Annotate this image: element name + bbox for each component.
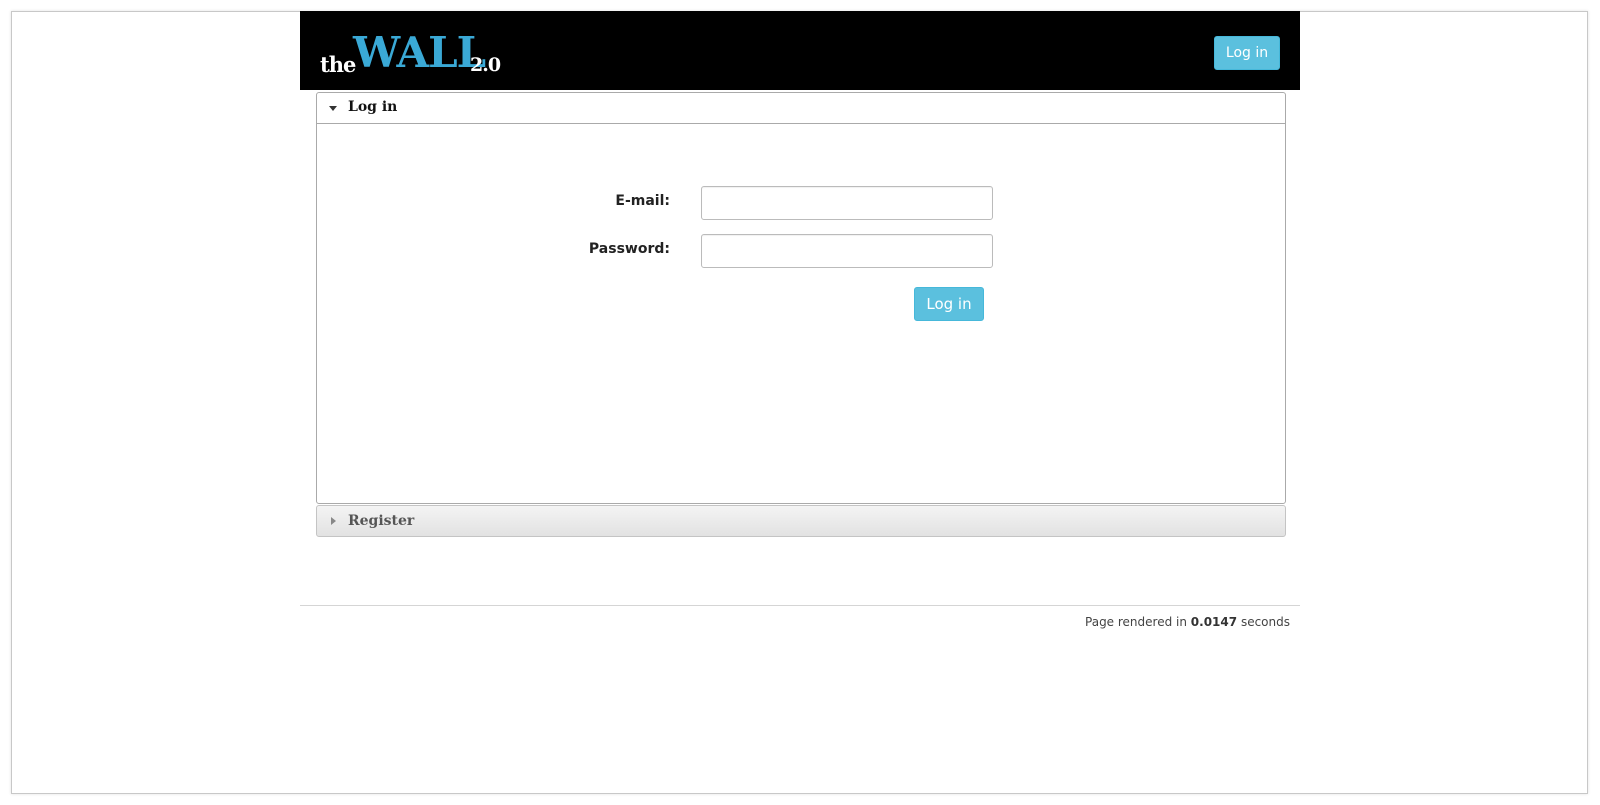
login-panel: Log in E-mail: Password: Log in: [316, 92, 1286, 504]
email-label: E-mail:: [615, 193, 670, 209]
register-panel[interactable]: Register: [316, 505, 1286, 537]
email-field[interactable]: [701, 186, 993, 220]
password-label: Password:: [588, 241, 670, 257]
footer-render-time: 0.0147: [1190, 615, 1238, 629]
logo-version-text: 2.0: [470, 54, 501, 76]
page-container: the WALL 2.0 Log in Log in E-mail: Passw…: [300, 11, 1300, 629]
caret-right-icon: [331, 517, 336, 525]
password-field[interactable]: [701, 234, 993, 268]
navbar-login-button[interactable]: Log in: [1214, 36, 1280, 70]
login-submit-button[interactable]: Log in: [914, 287, 984, 321]
top-navbar: the WALL 2.0 Log in: [300, 11, 1300, 90]
caret-down-icon: [329, 106, 337, 111]
register-panel-title: Register: [348, 513, 415, 529]
logo-wall-text: WALL: [353, 28, 486, 77]
footer-divider: [300, 605, 1300, 606]
login-panel-title: Log in: [348, 99, 398, 115]
footer-prefix: Page rendered in: [1085, 615, 1187, 629]
footer-suffix: seconds: [1240, 615, 1290, 629]
render-time-footer: Page rendered in 0.0147 seconds: [1085, 615, 1290, 629]
login-panel-header[interactable]: Log in: [317, 93, 1285, 124]
logo-the-text: the: [320, 52, 356, 77]
